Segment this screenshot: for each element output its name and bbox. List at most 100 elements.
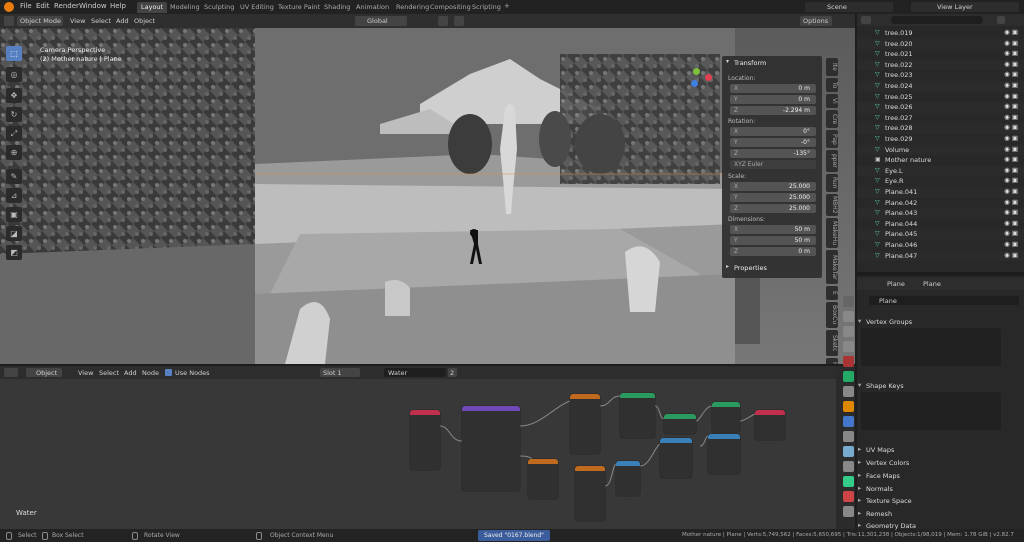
- section-vertex-colors[interactable]: ▸ Vertex Colors: [858, 458, 1008, 470]
- rotate-icon[interactable]: ↻: [6, 107, 22, 122]
- section-vertex-groups[interactable]: ▾ Vertex Groups: [858, 317, 1008, 329]
- visibility-eye-icon[interactable]: ◉ ▣: [1004, 145, 1018, 153]
- rotation-mode-dropdown[interactable]: XYZ Euler: [730, 160, 816, 169]
- axis-x-red-icon[interactable]: [705, 74, 712, 81]
- visibility-eye-icon[interactable]: ◉ ▣: [1004, 155, 1018, 163]
- visibility-eye-icon[interactable]: ◉ ▣: [1004, 219, 1018, 227]
- axis-y-green-icon[interactable]: [693, 68, 700, 75]
- rotation-y-field[interactable]: Y -0°: [730, 138, 816, 147]
- outliner-row[interactable]: ▽ Plane.047 ◉ ▣: [857, 250, 1024, 262]
- bevel-icon[interactable]: ◪: [6, 226, 22, 241]
- shader-node-editor[interactable]: Object View Select Add Node Use Nodes Sl…: [0, 366, 855, 529]
- texture-icon[interactable]: [843, 506, 854, 517]
- visibility-eye-icon[interactable]: ◉ ▣: [1004, 123, 1018, 131]
- visibility-eye-icon[interactable]: ◉ ▣: [1004, 92, 1018, 100]
- visibility-eye-icon[interactable]: ◉ ▣: [1004, 102, 1018, 110]
- visibility-eye-icon[interactable]: ◉ ▣: [1004, 251, 1018, 259]
- workspace-tab-animation[interactable]: Animation: [352, 2, 393, 13]
- output-icon[interactable]: [843, 326, 854, 337]
- editor-type-button[interactable]: [4, 16, 14, 26]
- 3d-viewport[interactable]: Object Mode View Select Add Object Globa…: [0, 14, 855, 364]
- workspace-tab-modeling[interactable]: Modeling: [166, 2, 204, 13]
- shader-node[interactable]: [462, 406, 520, 491]
- object-icon[interactable]: [843, 401, 854, 412]
- visibility-eye-icon[interactable]: ◉ ▣: [1004, 187, 1018, 195]
- sidebar-tab-cre[interactable]: Cre: [826, 110, 838, 128]
- mesh-name-field[interactable]: Plane: [869, 296, 1019, 305]
- menu-edit[interactable]: Edit: [36, 2, 50, 10]
- outliner-row[interactable]: ▽ tree.019 ◉ ▣: [857, 28, 1024, 39]
- annotate-icon[interactable]: ✎: [6, 169, 22, 184]
- sidebar-tab-mbh2[interactable]: MBH2: [826, 194, 838, 216]
- menu-window[interactable]: Window: [79, 2, 107, 10]
- section-shape-keys[interactable]: ▾ Shape Keys: [858, 381, 1008, 393]
- workspace-tab-uv-editing[interactable]: UV Editing: [236, 2, 278, 13]
- outliner-row[interactable]: ▽ tree.028 ◉ ▣: [857, 123, 1024, 134]
- visibility-eye-icon[interactable]: ◉ ▣: [1004, 198, 1018, 206]
- measure-icon[interactable]: ⊿: [6, 188, 22, 203]
- proportional-edit-icon[interactable]: [454, 16, 464, 26]
- outliner-row[interactable]: ▽ Plane.046 ◉ ▣: [857, 240, 1024, 251]
- outliner-row[interactable]: ▽ tree.026 ◉ ▣: [857, 102, 1024, 113]
- scene-icon[interactable]: [843, 356, 854, 367]
- rotation-x-field[interactable]: X 0°: [730, 127, 816, 136]
- outliner-row[interactable]: ▽ tree.021 ◉ ▣: [857, 49, 1024, 60]
- shader-node[interactable]: [620, 393, 655, 438]
- section-normals[interactable]: ▸ Normals: [858, 484, 1008, 496]
- location-x-field[interactable]: X 0 m: [730, 84, 816, 93]
- select-box-icon[interactable]: ⬚: [6, 46, 22, 61]
- transform-orientation-dropdown[interactable]: Global: [355, 16, 407, 26]
- outliner-row[interactable]: ▽ Volume ◉ ▣: [857, 144, 1024, 156]
- section-texture-space[interactable]: ▸ Texture Space: [858, 496, 1008, 508]
- shader-node[interactable]: [616, 461, 640, 496]
- visibility-eye-icon[interactable]: ◉ ▣: [1004, 81, 1018, 89]
- menu-render[interactable]: Render: [54, 2, 79, 10]
- vertex-groups-list[interactable]: [861, 328, 1001, 366]
- visibility-eye-icon[interactable]: ◉ ▣: [1004, 70, 1018, 78]
- shader-node[interactable]: [708, 434, 740, 474]
- outliner-row[interactable]: ▣ Mother nature ◉ ▣: [857, 155, 1024, 166]
- add-cube-icon[interactable]: ▣: [6, 207, 22, 222]
- axis-z-blue-icon[interactable]: [691, 80, 698, 87]
- sidebar-tab-to[interactable]: To: [826, 78, 838, 92]
- scene-selector[interactable]: Scene: [805, 2, 893, 12]
- sidebar-tab-vi[interactable]: Vi: [826, 94, 838, 108]
- transform-header[interactable]: ▾ Transform: [722, 58, 822, 68]
- outliner-row[interactable]: ▽ Eye.L ◉ ▣: [857, 165, 1024, 177]
- snap-icon[interactable]: [438, 16, 448, 26]
- dimensions-y-field[interactable]: Y 50 m: [730, 236, 816, 245]
- sidebar-tab-sketc[interactable]: Sketc: [826, 330, 838, 356]
- material-icon[interactable]: [843, 491, 854, 502]
- sidebar-tab-boxcu[interactable]: BoxCu: [826, 302, 838, 328]
- visibility-eye-icon[interactable]: ◉ ▣: [1004, 166, 1018, 174]
- vp-menu-object[interactable]: Object: [134, 17, 155, 25]
- workspace-tab-shading[interactable]: Shading: [320, 2, 354, 13]
- shader-node[interactable]: [712, 402, 740, 432]
- move-icon[interactable]: ✥: [6, 88, 22, 103]
- shape-keys-list[interactable]: [861, 392, 1001, 430]
- outliner-row[interactable]: ▽ Eye.R ◉ ▣: [857, 176, 1024, 187]
- physics-icon[interactable]: [843, 446, 854, 457]
- menu-file[interactable]: File: [20, 2, 32, 10]
- view-layer-icon[interactable]: [843, 341, 854, 352]
- outliner-row[interactable]: ▽ Plane.044 ◉ ▣: [857, 219, 1024, 230]
- sidebar-tab-maketar[interactable]: MakeTar: [826, 250, 838, 284]
- scale-icon[interactable]: ⤢: [6, 126, 22, 141]
- sidebar-tab-makehu[interactable]: MakeHu: [826, 218, 838, 248]
- properties-header[interactable]: ▸ Properties: [722, 263, 822, 273]
- transform-icon[interactable]: ⊕: [6, 145, 22, 160]
- filter-icon[interactable]: [997, 16, 1005, 24]
- shader-node[interactable]: [570, 394, 600, 454]
- outliner-row[interactable]: ▽ tree.023 ◉ ▣: [857, 70, 1024, 81]
- shader-node[interactable]: [410, 410, 440, 470]
- location-z-field[interactable]: Z -2.294 m: [730, 106, 816, 115]
- outliner-row[interactable]: ▽ Plane.045 ◉ ▣: [857, 229, 1024, 240]
- vp-menu-view[interactable]: View: [70, 17, 85, 25]
- shader-node[interactable]: [755, 410, 785, 440]
- visibility-eye-icon[interactable]: ◉ ▣: [1004, 60, 1018, 68]
- shader-node[interactable]: [575, 466, 605, 521]
- shader-node[interactable]: [528, 459, 558, 499]
- workspace-tab-sculpting[interactable]: Sculpting: [200, 2, 238, 13]
- visibility-eye-icon[interactable]: ◉ ▣: [1004, 113, 1018, 121]
- location-y-field[interactable]: Y 0 m: [730, 95, 816, 104]
